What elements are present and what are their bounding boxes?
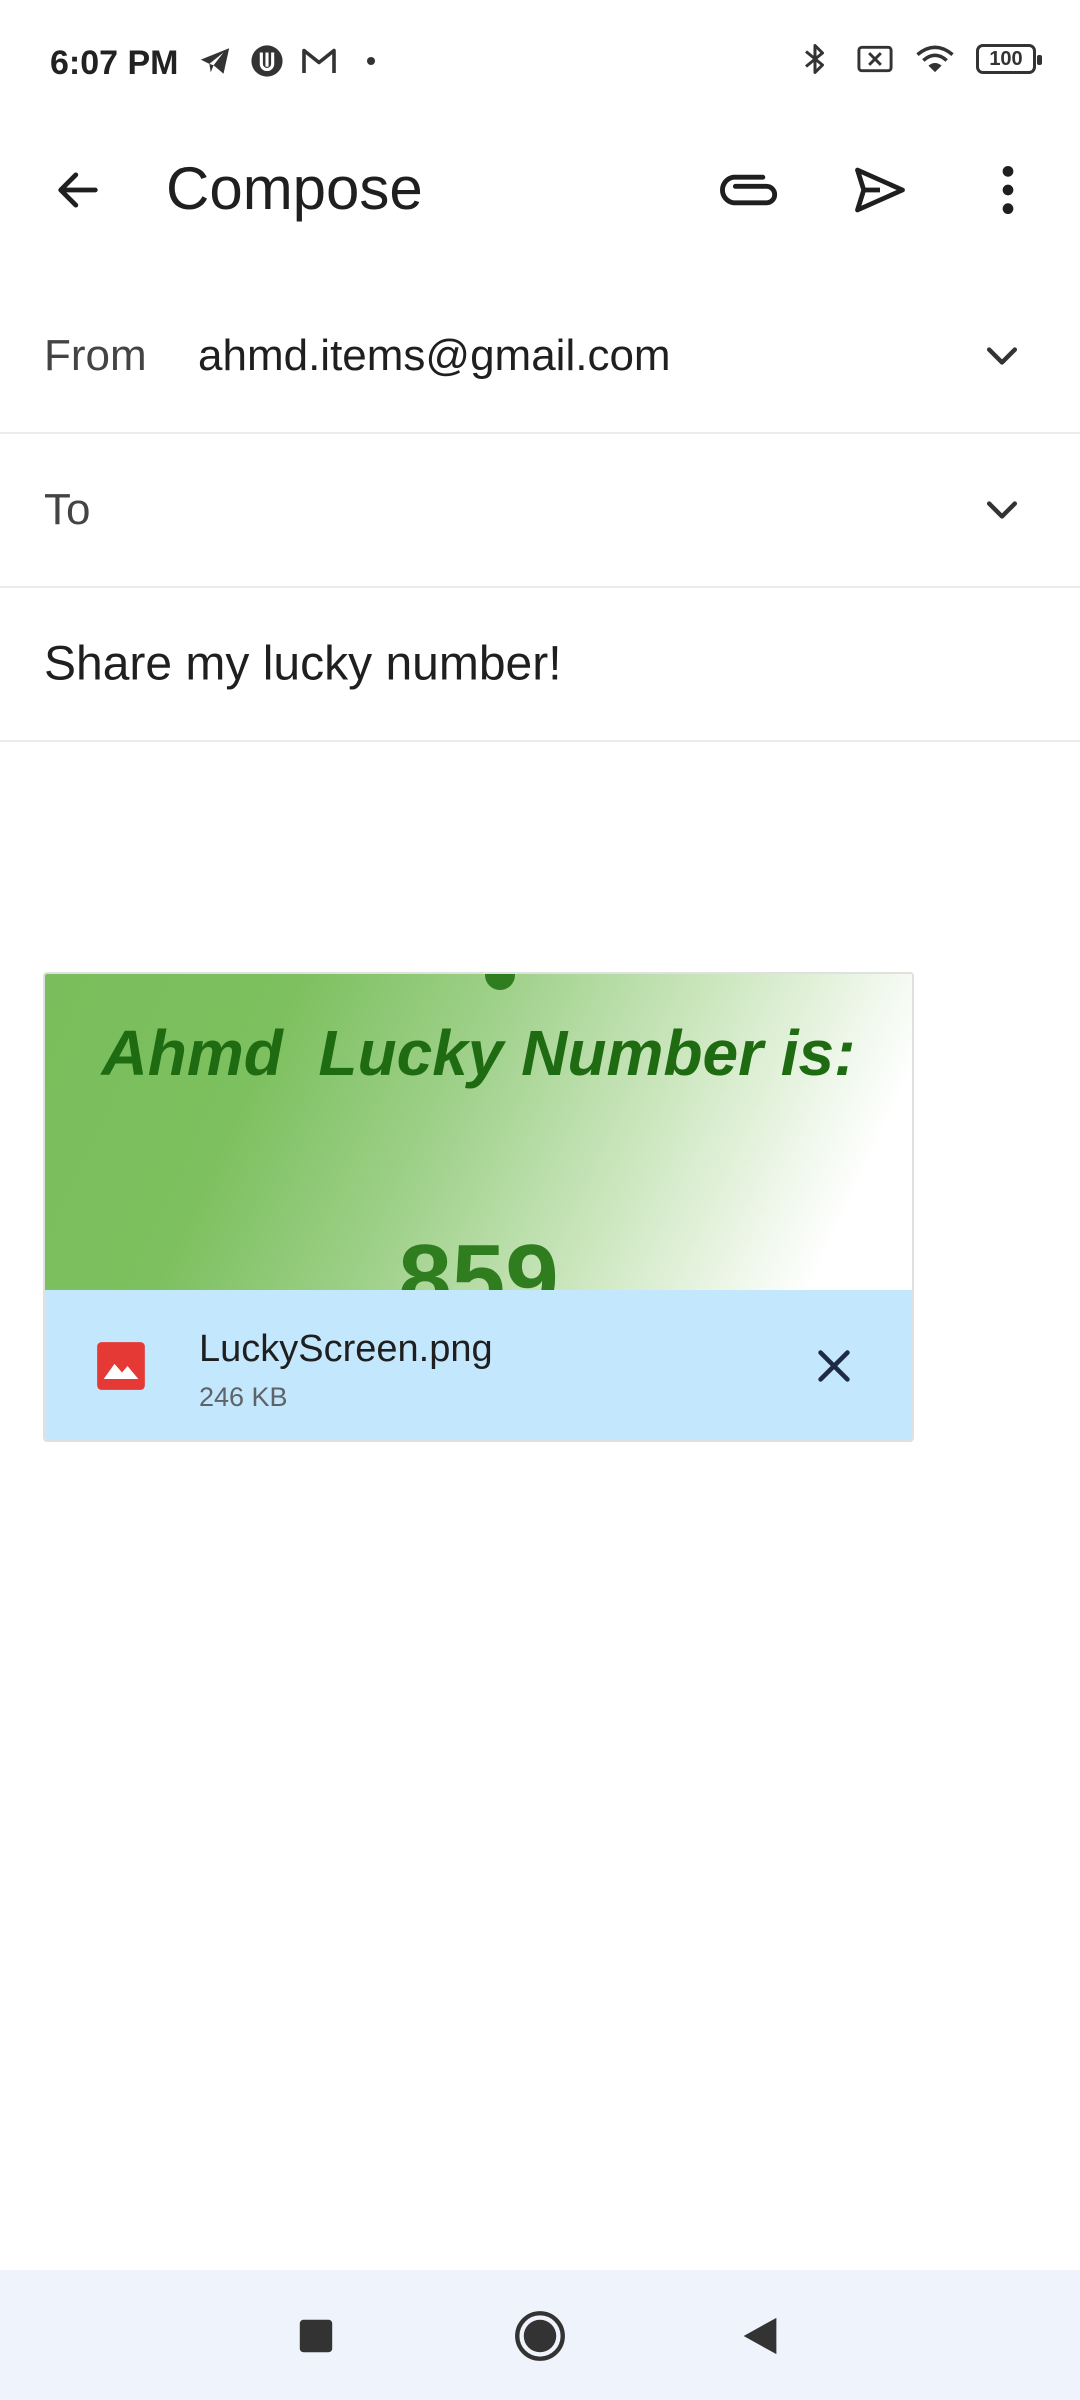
- recents-square-icon: [299, 2319, 333, 2353]
- system-status-icons: 100: [796, 40, 1042, 78]
- paperclip-icon: [720, 174, 778, 206]
- image-file-icon: [97, 1342, 145, 1390]
- attach-file-button[interactable]: [712, 152, 788, 228]
- home-button[interactable]: [498, 2294, 582, 2378]
- send-button[interactable]: [842, 152, 918, 228]
- attachment-card[interactable]: Ahmd Lucky Number is: 859 LuckyScreen.pn…: [43, 972, 914, 1442]
- chevron-down-icon: [986, 501, 1018, 519]
- more-vert-icon: [1002, 165, 1014, 215]
- from-row[interactable]: From ahmd.items@gmail.com: [0, 280, 1080, 434]
- recents-button[interactable]: [274, 2294, 358, 2378]
- close-icon: [818, 1350, 850, 1382]
- back-button[interactable]: [40, 152, 116, 228]
- more-options-button[interactable]: [970, 152, 1046, 228]
- gmail-icon: [300, 42, 338, 80]
- subject-input[interactable]: Share my lucky number!: [44, 637, 562, 692]
- from-label: From: [44, 331, 147, 380]
- to-label: To: [44, 485, 91, 534]
- preview-decoration: [485, 974, 515, 990]
- back-triangle-icon: [743, 2317, 777, 2355]
- page-title: Compose: [166, 155, 423, 222]
- subject-row[interactable]: Share my lucky number!: [0, 588, 1080, 742]
- from-account[interactable]: ahmd.items@gmail.com: [198, 331, 671, 381]
- back-arrow-icon: [58, 172, 98, 208]
- no-sim-icon: [856, 40, 894, 78]
- preview-lucky-number: 859: [398, 1225, 559, 1290]
- attachment-preview-image[interactable]: Ahmd Lucky Number is: 859: [45, 974, 912, 1290]
- preview-title: Ahmd Lucky Number is:: [101, 1017, 856, 1089]
- bluetooth-icon: [796, 40, 834, 78]
- vpn-shield-icon: [248, 42, 286, 80]
- status-bar: 6:07 PM 100: [0, 0, 1080, 130]
- home-circle-icon: [515, 2311, 565, 2361]
- compose-body[interactable]: [0, 744, 1080, 944]
- attachment-info-bar[interactable]: LuckyScreen.png 246 KB: [45, 1290, 912, 1440]
- top-app-bar: Compose: [0, 130, 1080, 250]
- send-icon: [855, 167, 905, 213]
- attachment-file-size: 246 KB: [199, 1382, 288, 1412]
- remove-attachment-button[interactable]: [796, 1328, 872, 1404]
- notification-icons: [196, 42, 390, 80]
- to-expand-button[interactable]: [964, 472, 1040, 548]
- telegram-icon: [196, 42, 234, 80]
- system-navigation-bar: [0, 2270, 1080, 2400]
- chevron-down-icon: [986, 347, 1018, 365]
- battery-indicator: 100: [976, 44, 1042, 74]
- wifi-icon: [916, 40, 954, 78]
- to-row[interactable]: To: [0, 434, 1080, 588]
- nav-back-button[interactable]: [718, 2294, 802, 2378]
- dot-icon: [352, 42, 390, 80]
- status-time: 6:07 PM: [50, 44, 179, 82]
- from-dropdown-button[interactable]: [964, 318, 1040, 394]
- attachment-file-name: LuckyScreen.png: [199, 1328, 493, 1370]
